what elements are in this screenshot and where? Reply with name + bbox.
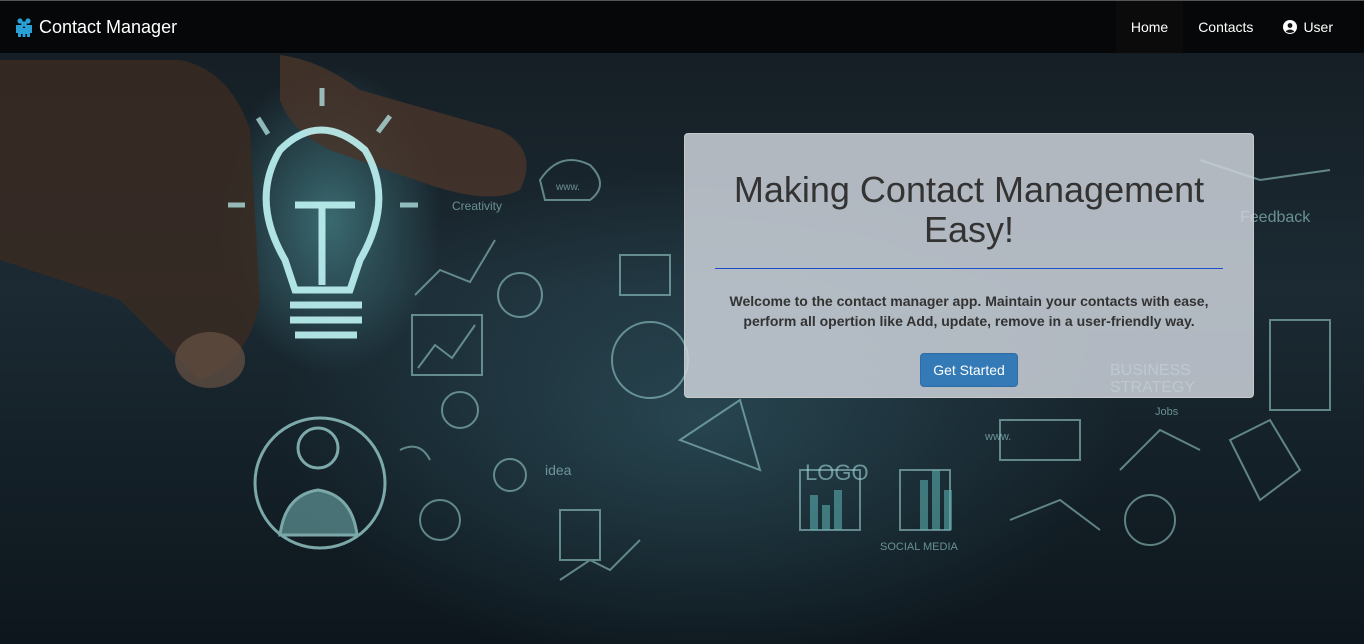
nav-home[interactable]: Home <box>1115 1 1184 53</box>
brand[interactable]: Contact Manager <box>0 17 177 38</box>
hero-divider <box>715 268 1223 269</box>
svg-text:Jobs: Jobs <box>1155 406 1179 418</box>
nav-menu: Home Contacts User <box>1115 1 1348 53</box>
svg-text:idea: idea <box>545 462 572 478</box>
users-icon <box>15 17 33 37</box>
svg-text:www.: www. <box>555 182 580 193</box>
svg-text:Creativity: Creativity <box>452 199 502 213</box>
svg-text:SOCIAL MEDIA: SOCIAL MEDIA <box>880 541 958 553</box>
user-circle-icon <box>1283 20 1298 34</box>
brand-name: Contact Manager <box>39 16 178 37</box>
hero-jumbotron: Making Contact Management Easy! Welcome … <box>684 133 1254 398</box>
nav-user-label: User <box>1303 19 1333 35</box>
get-started-button[interactable]: Get Started <box>920 353 1018 387</box>
svg-text:LOGO: LOGO <box>805 460 869 485</box>
hero-title: Making Contact Management Easy! <box>733 169 1205 250</box>
nav-contacts[interactable]: Contacts <box>1183 1 1268 53</box>
hero-description: Welcome to the contact manager app. Main… <box>729 293 1209 329</box>
nav-contacts-label: Contacts <box>1198 19 1254 35</box>
top-navbar: Contact Manager Home Contacts User <box>0 0 1364 53</box>
nav-user[interactable]: User <box>1268 1 1348 53</box>
svg-text:www.: www. <box>984 431 1011 443</box>
nav-home-label: Home <box>1130 19 1169 35</box>
